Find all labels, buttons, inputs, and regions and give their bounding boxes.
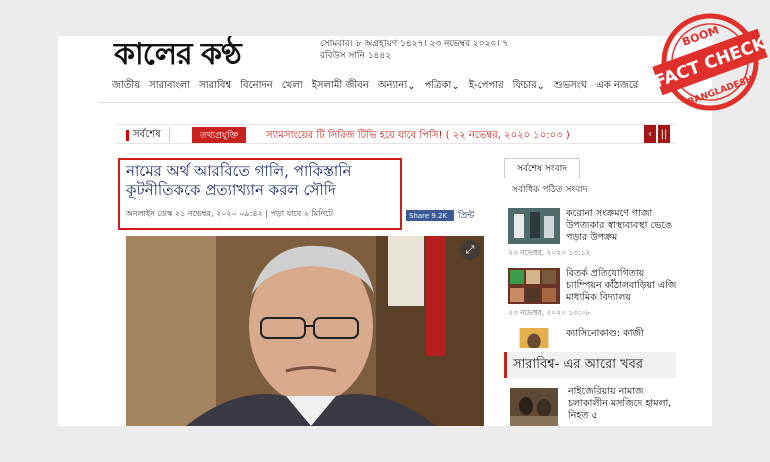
hijri-date-line: রবিউস সানি ১৪৪২ (320, 51, 392, 61)
nav-item-feature[interactable]: ফিচার ⌄ (513, 76, 545, 96)
chevron-down-icon: ⌄ (407, 80, 416, 92)
ticker-latest-label: সর্বশেষ (116, 127, 170, 143)
nav-item-national[interactable]: জাতীয় (112, 76, 140, 96)
sidebar-news-title[interactable]: বিতর্ক প্রতিযোগিতায় চ্যাম্পিয়ন কাঁঠালব… (566, 268, 678, 304)
chevron-down-icon: ⌄ (536, 80, 546, 92)
sidebar-news-title[interactable]: করোনা সংক্রমণে গাজা উপত্যকার স্বাস্থ্যব্… (566, 208, 678, 244)
news-ticker: সর্বশেষ তথ্যপ্রযুক্তি স্যামসাংয়ের টি সি… (116, 124, 676, 144)
nav-item-entertainment[interactable]: বিনোদন (240, 76, 273, 96)
sidebar-news-time: ২৩ নভেম্বর, ২০২০ ১৩:১২ (508, 248, 591, 257)
tab-most-read[interactable]: সর্বাধিক পঠিত সংবাদ (512, 182, 588, 197)
more-news-heading: সারাবিশ্ব- এর আরো খবর (504, 352, 676, 378)
nav-item-shuvosongho[interactable]: শুভসংঘ (554, 76, 587, 96)
ticker-headline-link[interactable]: স্যামসাংয়ের টি সিরিজ টিভি হয়ে যাবে পিস… (266, 128, 570, 145)
nav-item-sports[interactable]: খেলা (282, 76, 303, 96)
more-news-title[interactable]: নাইজেরিয়ায় নামাজ চলাকালীন মসজিদে হামলা… (568, 386, 678, 422)
main-nav: জাতীয় সারাবাংলা সারাবিশ্ব বিনোদন খেলা ই… (112, 76, 712, 96)
nav-item-newspaper[interactable]: পত্রিকা ⌄ (425, 76, 460, 96)
news-thumbnail (508, 208, 560, 244)
article-byline: অনলাইন ডেস্ক ২১ নভেম্বর, ২০২০ ০৯:৪২ | পড… (126, 209, 333, 218)
ticker-marker (126, 129, 129, 141)
headline-highlight-box: নামের অর্থ আরবিতে গালি, পাকিস্তানি কূটনী… (118, 158, 402, 230)
nav-item-world[interactable]: সারাবিশ্ব (199, 76, 231, 96)
site-logo[interactable]: কালের কণ্ঠ (114, 36, 242, 81)
chevron-down-icon: ⌄ (451, 80, 460, 92)
nav-item-country[interactable]: সারাবাংলা (149, 76, 190, 96)
nav-item-islamic-life[interactable]: ইসলামী জীবন (312, 76, 369, 96)
sidebar-news-title[interactable]: ক্যাসিনোকাণ্ড: কাজী (566, 328, 678, 340)
expand-icon[interactable]: ⤢ (460, 240, 480, 260)
facebook-share-button[interactable]: Share 9.2K (406, 210, 454, 221)
news-page: কালের কণ্ঠ সোমবার। ৮ অগ্রহায়ণ ১৪২৭। ২৩ … (58, 36, 712, 426)
portrait-image (126, 236, 484, 426)
screenshot-frame: কালের কণ্ঠ সোমবার। ৮ অগ্রহায়ণ ১৪২৭। ২৩ … (0, 0, 770, 462)
news-thumbnail (519, 328, 549, 348)
nav-item-others[interactable]: অন্যান্য ⌄ (378, 76, 416, 96)
news-thumbnail (508, 268, 560, 304)
sidebar-news-time: ২৩ নভেম্বর, ২০২০ ১৩:০৮ (508, 308, 591, 317)
sidebar-tabs: সর্বশেষ সংবাদ সর্বাধিক পঠিত সংবাদ (504, 158, 676, 202)
tab-latest-news[interactable]: সর্বশেষ সংবাদ (504, 158, 580, 178)
print-link[interactable]: প্রিন্ট (458, 208, 474, 223)
sidebar-news-item[interactable]: করোনা সংক্রমণে গাজা উপত্যকার স্বাস্থ্যব্… (508, 208, 678, 260)
nav-divider (98, 102, 712, 103)
article-photo[interactable] (126, 236, 484, 426)
article-headline: নামের অর্থ আরবিতে গালি, পাকিস্তানি কূটনী… (126, 162, 352, 199)
sidebar-news-item[interactable]: বিতর্ক প্রতিযোগিতায় চ্যাম্পিয়ন কাঁঠালব… (508, 268, 678, 320)
ticker-category-badge[interactable]: তথ্যপ্রযুক্তি (192, 127, 247, 143)
nav-item-at-a-glance[interactable]: এক নজরে (596, 76, 638, 96)
nav-item-epaper[interactable]: ই-পেপার (469, 76, 504, 96)
news-thumbnail (510, 388, 558, 426)
sidebar-news-item[interactable]: ক্যাসিনোকাণ্ড: কাজী (508, 328, 678, 348)
fact-check-stamp-logo: FACT CHECK BOOM BANGLADESH (652, 13, 769, 111)
